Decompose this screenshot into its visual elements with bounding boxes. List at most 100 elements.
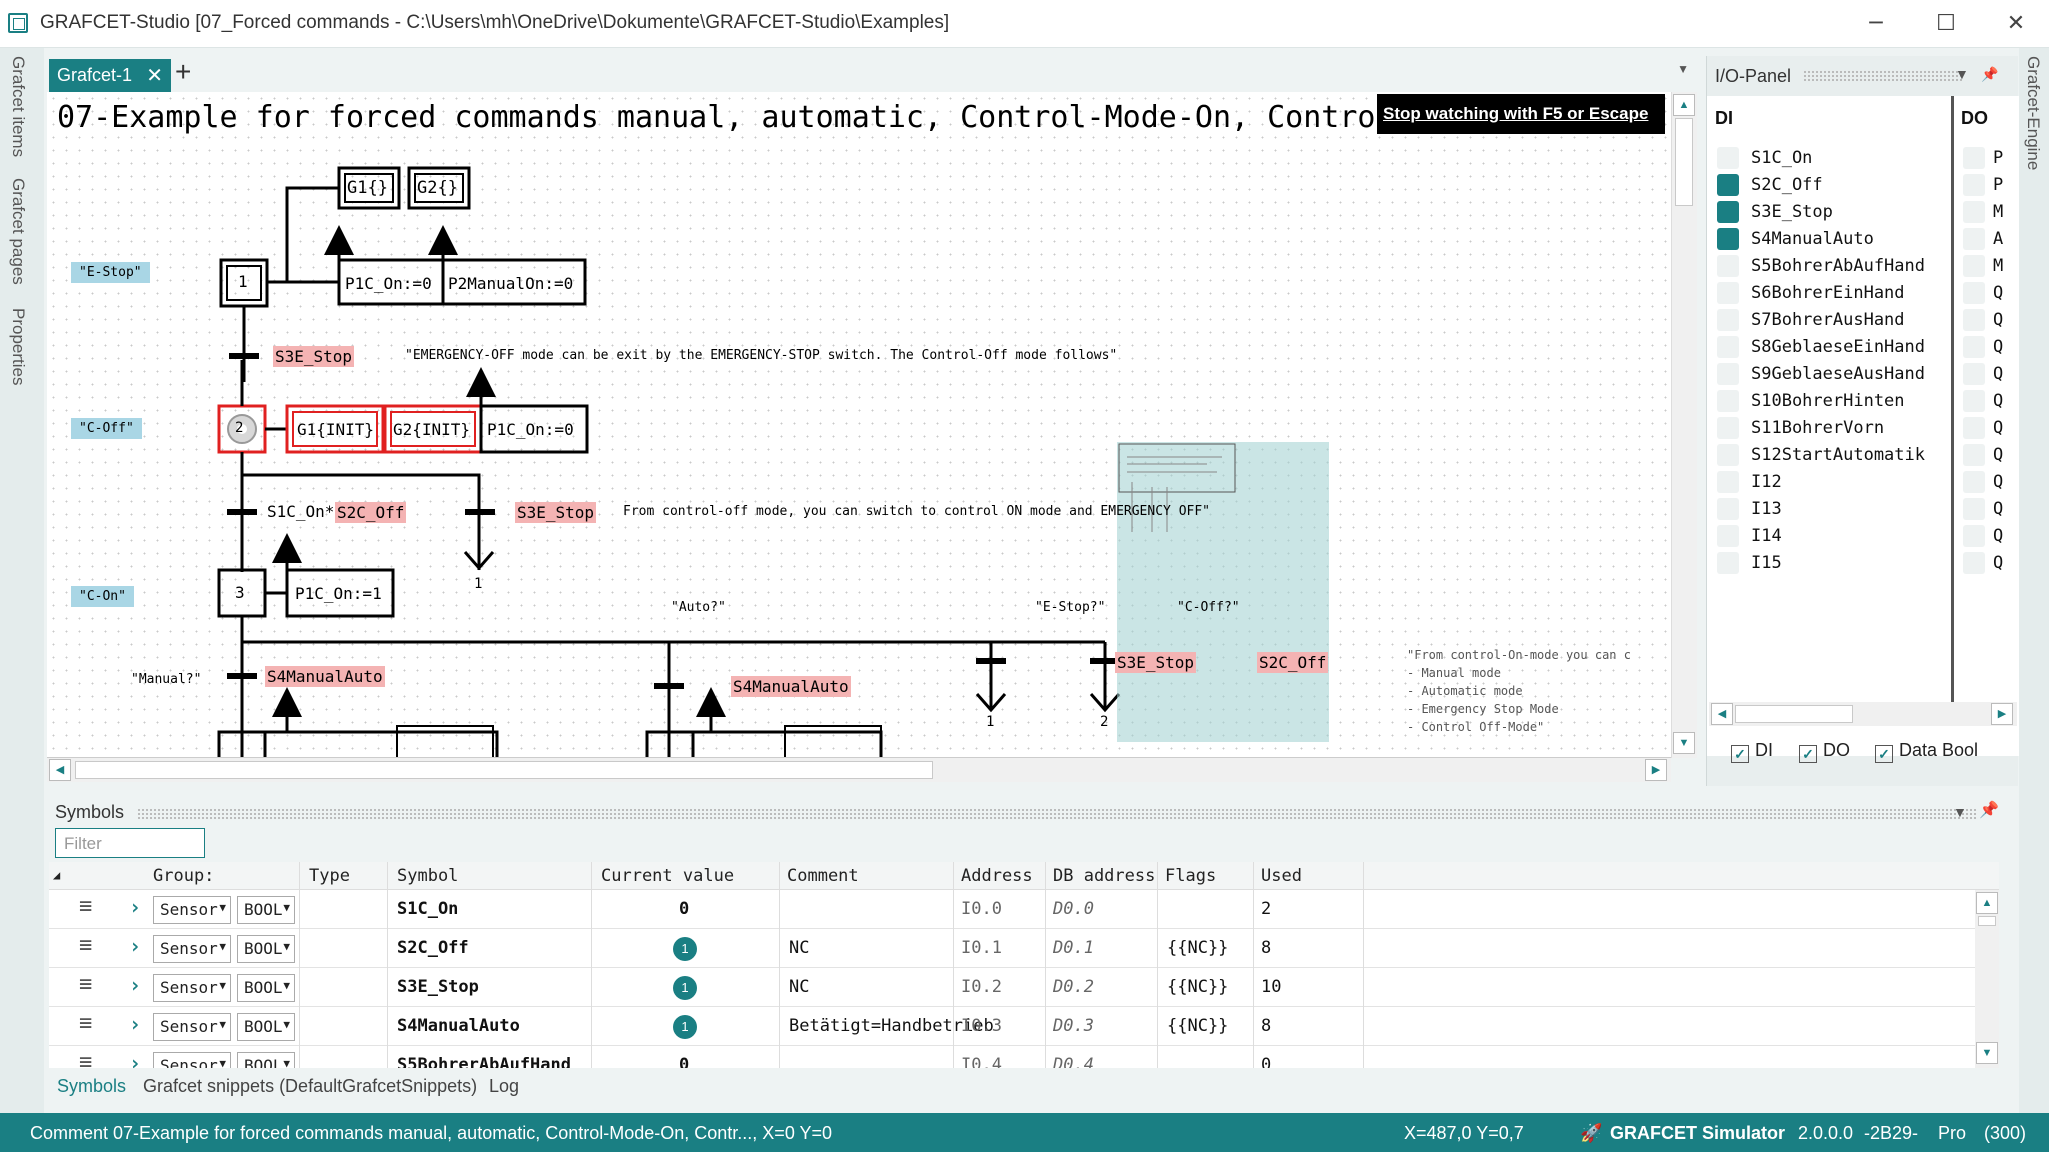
col-db-address[interactable]: DB address [1053, 866, 1155, 886]
do-checkbox[interactable] [1963, 147, 1985, 169]
do-checkbox[interactable] [1963, 174, 1985, 196]
scroll-right-button[interactable]: ▶ [1991, 703, 2013, 725]
drag-grip[interactable] [137, 808, 1977, 820]
type-select[interactable]: BOOL ▼ [237, 974, 295, 1002]
scroll-up-button[interactable]: ▲ [1976, 892, 1998, 914]
close-tab-icon[interactable]: ✕ [146, 63, 163, 88]
di-row[interactable]: S7BohrerAusHand [1717, 308, 1947, 334]
do-checkbox[interactable] [1963, 471, 1985, 493]
di-row[interactable]: S4ManualAuto [1717, 227, 1947, 253]
tab-grafcet-engine[interactable]: Grafcet-Engine [2023, 56, 2043, 170]
do-checkbox[interactable] [1963, 201, 1985, 223]
di-checkbox[interactable] [1717, 282, 1739, 304]
type-select[interactable]: BOOL ▼ [237, 1013, 295, 1041]
do-row[interactable]: Q [1963, 362, 2019, 388]
current-value-badge[interactable]: 1 [673, 937, 697, 961]
tab-grafcet-pages[interactable]: Grafcet pages [8, 178, 28, 285]
di-row[interactable]: I15 [1717, 551, 1947, 577]
grafcet-canvas[interactable]: 07-Example for forced commands manual, a… [47, 92, 1671, 758]
type-select[interactable]: BOOL ▼ [237, 896, 295, 924]
di-checkbox[interactable] [1717, 201, 1739, 223]
horizontal-scroll-thumb[interactable] [75, 761, 933, 779]
di-row[interactable]: S8GeblaeseEinHand [1717, 335, 1947, 361]
scroll-left-button[interactable]: ◀ [49, 759, 71, 781]
minimize-button[interactable]: ─ [1848, 4, 1904, 44]
table-row[interactable]: ≡ › Sensor ▼ BOOL ▼ S4ManualAuto 1 Betätigt=Hand… [49, 1007, 1979, 1046]
col-comment[interactable]: Comment [787, 866, 859, 886]
do-row[interactable]: P [1963, 146, 2019, 172]
filter-do[interactable]: ✓ DO [1799, 740, 1850, 763]
expand-icon[interactable]: › [129, 1012, 141, 1036]
tab-grafcet-items[interactable]: Grafcet items [8, 56, 28, 157]
scroll-down-button[interactable]: ▼ [1673, 732, 1695, 754]
col-address[interactable]: Address [961, 866, 1033, 886]
col-flags[interactable]: Flags [1165, 866, 1216, 886]
do-row[interactable]: Q [1963, 470, 2019, 496]
vertical-scroll-thumb[interactable] [1675, 118, 1693, 206]
tab-symbols[interactable]: Symbols [57, 1076, 126, 1097]
filter-di[interactable]: ✓ DI [1731, 740, 1773, 763]
di-row[interactable]: S11BohrerVorn [1717, 416, 1947, 442]
drag-handle-icon[interactable]: ≡ [79, 972, 92, 997]
tab-grafcet-snippets[interactable]: Grafcet snippets (DefaultGrafcetSnippets… [143, 1076, 477, 1097]
do-checkbox[interactable] [1963, 417, 1985, 439]
di-checkbox[interactable] [1717, 498, 1739, 520]
minimap[interactable] [1117, 442, 1329, 742]
do-row[interactable]: Q [1963, 497, 2019, 523]
do-row[interactable]: Q [1963, 335, 2019, 361]
di-checkbox[interactable] [1717, 309, 1739, 331]
grid-vertical-scrollbar[interactable]: ▲ ▼ [1975, 890, 1999, 1068]
di-row[interactable]: S3E_Stop [1717, 200, 1947, 226]
pin-icon[interactable]: 📌 [1979, 800, 1999, 820]
canvas-vertical-scrollbar[interactable]: ▲ ▼ [1671, 92, 1697, 758]
current-value-badge[interactable]: 1 [673, 976, 697, 1000]
grid-scroll-thumb[interactable] [1978, 916, 1996, 926]
do-row[interactable]: Q [1963, 551, 2019, 577]
do-row[interactable]: M [1963, 254, 2019, 280]
canvas-horizontal-scrollbar[interactable]: ◀ ▶ [47, 758, 1671, 782]
col-used[interactable]: Used [1261, 866, 1302, 886]
check-icon[interactable]: ✓ [1875, 745, 1893, 763]
col-type[interactable]: Type [309, 866, 350, 886]
scroll-up-button[interactable]: ▲ [1673, 94, 1695, 116]
table-row[interactable]: ≡ › Sensor ▼ BOOL ▼ S1C_On 0 I0.0 D0.0 2 [49, 890, 1979, 929]
di-checkbox[interactable] [1717, 363, 1739, 385]
do-checkbox[interactable] [1963, 525, 1985, 547]
col-current-value[interactable]: Current value [601, 866, 734, 886]
pin-icon[interactable]: 📌 [1981, 66, 1998, 83]
do-checkbox[interactable] [1963, 282, 1985, 304]
do-checkbox[interactable] [1963, 363, 1985, 385]
group-select[interactable]: Sensor ▼ [153, 896, 231, 924]
do-checkbox[interactable] [1963, 444, 1985, 466]
di-row[interactable]: I14 [1717, 524, 1947, 550]
di-checkbox[interactable] [1717, 390, 1739, 412]
di-checkbox[interactable] [1717, 471, 1739, 493]
di-checkbox[interactable] [1717, 228, 1739, 250]
sort-icon[interactable]: ◢ [53, 868, 60, 882]
io-horizontal-scrollbar[interactable]: ◀ ▶ [1709, 702, 2017, 726]
check-icon[interactable]: ✓ [1731, 745, 1749, 763]
drag-handle-icon[interactable]: ≡ [79, 1050, 92, 1068]
expand-icon[interactable]: › [129, 973, 141, 997]
add-tab-button[interactable]: + [175, 56, 191, 88]
type-select[interactable]: BOOL ▼ [237, 1052, 295, 1068]
group-select[interactable]: Sensor ▼ [153, 935, 231, 963]
di-checkbox[interactable] [1717, 525, 1739, 547]
di-checkbox[interactable] [1717, 444, 1739, 466]
expand-icon[interactable]: › [129, 895, 141, 919]
do-row[interactable]: Q [1963, 389, 2019, 415]
table-row[interactable]: ≡ › Sensor ▼ BOOL ▼ S3E_Stop 1 NC I0.2 D0.2 {{NC}} 1… [49, 968, 1979, 1007]
do-row[interactable]: Q [1963, 416, 2019, 442]
tab-grafcet-1[interactable]: Grafcet-1 ✕ [49, 59, 171, 92]
di-row[interactable]: S9GeblaeseAusHand [1717, 362, 1947, 388]
di-checkbox[interactable] [1717, 417, 1739, 439]
drag-grip[interactable] [1803, 70, 1963, 82]
do-checkbox[interactable] [1963, 228, 1985, 250]
chevron-down-icon[interactable]: ▼ [1955, 66, 1969, 82]
do-checkbox[interactable] [1963, 498, 1985, 520]
do-row[interactable]: Q [1963, 308, 2019, 334]
do-row[interactable]: Q [1963, 443, 2019, 469]
check-icon[interactable]: ✓ [1799, 745, 1817, 763]
symbol-filter-input[interactable]: Filter [55, 828, 205, 858]
do-row[interactable]: Q [1963, 281, 2019, 307]
